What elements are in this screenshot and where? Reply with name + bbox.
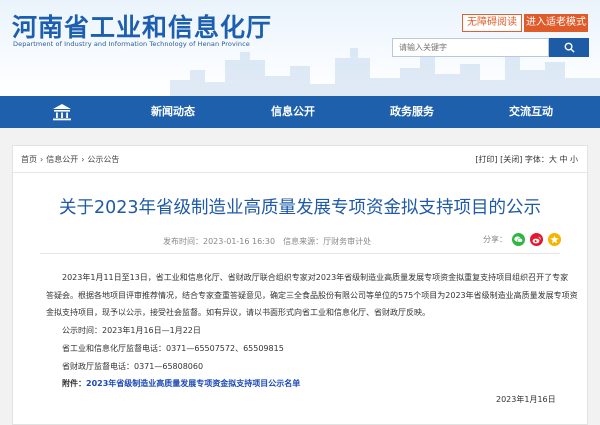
qzone-share-icon[interactable] (548, 233, 561, 246)
notice-period: 公示时间：2023年1月16日—1月22日 (62, 326, 201, 335)
search-input[interactable] (392, 38, 549, 57)
breadcrumb: 首页 › 信息公开 › 公示公告 (21, 155, 120, 164)
elder-mode-button[interactable]: 进入适老模式 (524, 14, 588, 32)
close-button[interactable]: [关闭] (500, 155, 522, 164)
nav-item-info-disclosure[interactable]: 信息公开 (271, 96, 315, 128)
attachment-line: 附件：2023年省级制造业高质量发展专项资金拟支持项目公示名单 (62, 378, 300, 389)
site-title[interactable]: 河南省工业和信息化厅 (12, 8, 272, 44)
font-size-label: 字体： (524, 155, 549, 164)
nav-item-interaction[interactable]: 交流互动 (509, 96, 553, 128)
main-nav: 新闻动态 信息公开 政务服务 交流互动 (0, 96, 600, 128)
nav-item-gov-services[interactable]: 政务服务 (390, 96, 434, 128)
body-paragraph-line-3: 金拟支持项目，现予以公示，接受社会监督。如有异议，请以书面形式向省工业和信息化厅… (46, 308, 430, 317)
breadcrumb-bar: 首页 › 信息公开 › 公示公告 [打印] [关闭] 字体：大 中 小 (12, 150, 588, 170)
article-title: 关于2023年省级制造业高质量发展专项资金拟支持项目的公示 (58, 198, 542, 218)
share-label: 分享： (483, 235, 507, 244)
sign-date: 2023年1月16日 (496, 395, 556, 404)
share-bar: 分享： (483, 233, 561, 246)
supervision-phone-industry: 省工业和信息化厅监督电话：0371—65507572、65509815 (62, 344, 284, 353)
attachment-link[interactable]: 2023年省级制造业高质量发展专项资金拟支持项目公示名单 (86, 379, 300, 388)
publish-time: 发布时间：2023-01-16 16:30 (163, 237, 276, 246)
site-subtitle: Department of Industry and Information T… (13, 40, 250, 48)
breadcrumb-notices[interactable]: 公示公告 (87, 155, 119, 164)
font-large-button[interactable]: 大 (549, 155, 557, 164)
article-meta: 发布时间：2023-01-16 16:30 信息来源：厅财务审计处 (163, 236, 371, 247)
info-source: 信息来源：厅财务审计处 (283, 237, 372, 246)
print-button[interactable]: [打印] (475, 155, 497, 164)
weibo-share-icon[interactable] (530, 233, 543, 246)
nav-item-news[interactable]: 新闻动态 (151, 96, 195, 128)
font-medium-button[interactable]: 中 (559, 155, 567, 164)
font-small-button[interactable]: 小 (570, 155, 578, 164)
supervision-phone-finance: 省财政厅监督电话：0371—65808060 (62, 362, 204, 371)
meta-divider (40, 253, 560, 254)
body-paragraph-line-1: 2023年1月11日至13日，省工业和信息化厅、省财政厅联合组织专家对2023年… (62, 273, 569, 282)
attachment-label: 附件： (62, 379, 86, 388)
breadcrumb-home[interactable]: 首页 (21, 155, 37, 164)
wechat-share-icon[interactable] (512, 233, 525, 246)
search-button[interactable] (549, 38, 589, 57)
breadcrumb-divider (12, 172, 588, 173)
site-header: 河南省工业和信息化厅 Department of Industry and In… (0, 0, 600, 96)
article-tools: [打印] [关闭] 字体：大 中 小 (475, 154, 578, 165)
body-paragraph-line-2: 答疑会。根据各地项目评审推荐情况，结合专家查重答疑意见，确定三全食品股份有限公司… (46, 291, 578, 300)
accessibility-reading-button[interactable]: 无障碍阅读 (462, 14, 522, 32)
home-icon[interactable] (52, 103, 72, 121)
breadcrumb-info-disclosure[interactable]: 信息公开 (46, 155, 78, 164)
search-icon (564, 42, 575, 53)
